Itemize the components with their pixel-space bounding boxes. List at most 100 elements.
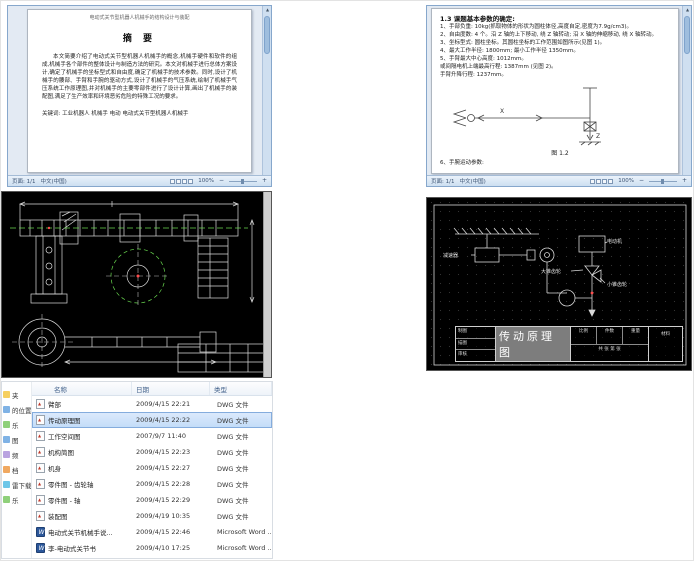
file-row[interactable]: 零件图 - 齿轮轴 2009/4/15 22:28 DWG 文件 [32, 476, 272, 492]
documents-icon [3, 466, 10, 473]
robot-sketch: X Z [452, 87, 601, 146]
file-row[interactable]: 零件图 - 轴 2009/4/15 22:29 DWG 文件 [32, 492, 272, 508]
scroll-up-icon[interactable]: ▲ [683, 6, 691, 14]
cad-window-transmission[interactable]: 电动机 减速器 大锥齿轮 小锥齿轮 制图 描图 审核 传动原理图 比例 件数 重… [426, 197, 692, 371]
sidebar-item[interactable]: 雷下载 [2, 477, 31, 492]
file-row[interactable]: 机构简图 2009/4/15 22:23 DWG 文件 [32, 444, 272, 460]
folder-icon [3, 391, 10, 398]
label-big-gear: 大锥齿轮 [541, 269, 562, 275]
vertical-scrollbar[interactable]: ▲ [682, 6, 691, 175]
snap-marker [590, 291, 594, 295]
param-item: 1、手部负重: 10kg(抓取物体的形状为圆柱体径,高度自定,密度为7.9g/c… [440, 24, 633, 30]
zoom-in-button[interactable]: + [262, 178, 267, 184]
zoom-level: 100% [618, 178, 634, 184]
drawing-title-cell: 传动原理图 [496, 327, 570, 361]
axis-z-label: Z [596, 133, 600, 140]
dwg-file-icon [36, 415, 45, 425]
zoom-slider-thumb[interactable] [240, 178, 244, 184]
zoom-level: 100% [198, 178, 214, 184]
scrollbar-thumb[interactable] [684, 16, 690, 54]
page-indicator: 页面: 1/1 [12, 179, 36, 185]
vertical-scrollbar[interactable]: ▲ [262, 6, 271, 175]
label-small-gear: 小锥齿轮 [607, 282, 628, 288]
column-header-type[interactable]: 类型 [210, 382, 272, 395]
pictures-icon [3, 436, 10, 443]
dwg-file-icon [36, 431, 45, 441]
sidebar-item[interactable]: 的位置 [2, 402, 31, 417]
column-header-date[interactable]: 日期 [132, 382, 210, 395]
videos-icon [3, 451, 10, 458]
document-canvas-left[interactable]: 电动式关节型机器人机械手的结构设计与装配 摘 要 本文简要介绍了电动式关节型机器… [8, 6, 271, 175]
file-row[interactable]: 电动式关节机械手说... 2009/4/15 22:46 Microsoft W… [32, 524, 272, 540]
param-item: 2、自由度数: 4 个。沿 Z 轴的上下移动, 绕 Z 轴转动; 沿 X 轴的伸… [440, 32, 658, 38]
abstract-title: 摘 要 [122, 34, 157, 44]
word-window-parameters: 1.3 课题基本参数的确定: 1、手部负重: 10kg(抓取物体的形状为圆柱体径… [426, 5, 692, 187]
title-block-grid: 比例 件数 重量 共 张 第 张 [570, 327, 648, 361]
explorer-sidebar: 夹 的位置 乐 图 频 档 雷下载 乐 [2, 382, 32, 558]
sheet-label: 共 张 第 张 [598, 346, 621, 352]
zoom-out-button[interactable]: − [639, 178, 644, 184]
param-item: 手臂升降行程: 1237mm。 [440, 72, 507, 78]
file-row[interactable]: 机身 2009/4/15 22:27 DWG 文件 [32, 460, 272, 476]
dwg-file-icon [36, 495, 45, 505]
list-header: 名称 日期 类型 [32, 382, 272, 396]
check-label: 审核 [458, 352, 467, 358]
sidebar-item[interactable]: 图 [2, 432, 31, 447]
draw-label: 制图 [458, 329, 467, 334]
file-row[interactable]: 李-电动式关节书 2009/4/10 17:25 Microsoft Word … [32, 540, 272, 556]
desktop: 电动式关节型机器人机械手的结构设计与装配 摘 要 本文简要介绍了电动式关节型机器… [0, 0, 694, 561]
assembly-drawing [10, 201, 265, 373]
file-row[interactable]: 臂部 2009/4/15 22:21 DWG 文件 [32, 396, 272, 412]
network-icon [3, 406, 10, 413]
param-item: 4、最大工作半径: 1800mm; 最小工作半径 1350mm。 [440, 48, 579, 54]
param-item: 5、手臂最大中心高度: 1012mm。 [440, 56, 527, 62]
sidebar-item[interactable]: 频 [2, 447, 31, 462]
file-row-selected[interactable]: 传动原理图 2009/4/15 22:22 DWG 文件 [32, 412, 272, 428]
explorer-file-list: 名称 日期 类型 臂部 2009/4/15 22:21 DWG 文件 传动原理图… [32, 382, 272, 558]
figure-caption: 图 1.2 [551, 150, 569, 157]
trace-label: 描图 [458, 340, 467, 346]
document-canvas-right[interactable]: 1.3 课题基本参数的确定: 1、手部负重: 10kg(抓取物体的形状为圆柱体径… [427, 6, 691, 175]
file-row[interactable]: 装配图 2009/4/19 10:35 DWG 文件 [32, 508, 272, 524]
zoom-in-button[interactable]: + [682, 178, 687, 184]
dwg-file-icon [36, 463, 45, 473]
sidebar-item[interactable]: 档 [2, 462, 31, 477]
zoom-out-button[interactable]: − [219, 178, 224, 184]
sidebar-item[interactable]: 乐 [2, 417, 31, 432]
language-indicator: 中文(中国) [459, 179, 486, 185]
zoom-slider[interactable] [228, 178, 257, 184]
page-running-header: 电动式关节型机器人机械手的结构设计与装配 [89, 15, 190, 21]
abstract-body: 本文简要介绍了电动式关节型机器人机械手的概念,机械手硬件和软件的组成,机械手各个… [42, 54, 237, 100]
sidebar-item[interactable]: 乐 [2, 492, 31, 507]
word-file-icon [36, 527, 45, 537]
sidebar-item[interactable]: 夹 [2, 387, 31, 402]
zoom-slider[interactable] [648, 178, 677, 184]
word-window-abstract: 电动式关节型机器人机械手的结构设计与装配 摘 要 本文简要介绍了电动式关节型机器… [7, 5, 272, 187]
document-page-abstract: 电动式关节型机器人机械手的结构设计与装配 摘 要 本文简要介绍了电动式关节型机器… [27, 9, 252, 173]
status-bar: 页面: 1/1 中文(中国) 100% − + [427, 175, 691, 186]
figure-1-2: X Z [440, 82, 672, 148]
abstract-keywords: 关键词: 工业机器人 机械手 电动 电动式关节型机器人机械手 [42, 111, 189, 117]
zoom-slider-thumb[interactable] [660, 178, 664, 184]
document-page-parameters: 1.3 课题基本参数的确定: 1、手部负重: 10kg(抓取物体的形状为圆柱体径… [431, 8, 679, 174]
view-mode-buttons[interactable] [590, 178, 614, 184]
scroll-up-icon[interactable]: ▲ [263, 6, 271, 14]
param-item: 3、坐标型式: 圆柱坐标。其圆柱坐标的工作范围如图所示(见图 1)。 [440, 40, 606, 46]
dwg-file-icon [36, 399, 45, 409]
cad-window-assembly[interactable] [1, 191, 272, 378]
file-row[interactable]: 工作空间图 2007/9/7 11:40 DWG 文件 [32, 428, 272, 444]
cad-side-strip [263, 192, 271, 377]
cad-title-block: 制图 描图 审核 传动原理图 比例 件数 重量 共 张 第 张 材料 [455, 326, 683, 362]
scrollbar-thumb[interactable] [264, 16, 270, 54]
axis-x-label: X [500, 108, 504, 115]
view-mode-buttons[interactable] [170, 178, 194, 184]
section-heading: 1.3 课题基本参数的确定: [440, 15, 515, 23]
snap-marker [47, 226, 51, 230]
column-header-name[interactable]: 名称 [32, 382, 132, 395]
word-file-icon [36, 543, 45, 553]
qty-label: 件数 [597, 327, 623, 344]
snap-marker [136, 274, 140, 278]
music-icon [3, 421, 10, 428]
dwg-file-icon [36, 447, 45, 457]
dwg-file-icon [36, 479, 45, 489]
